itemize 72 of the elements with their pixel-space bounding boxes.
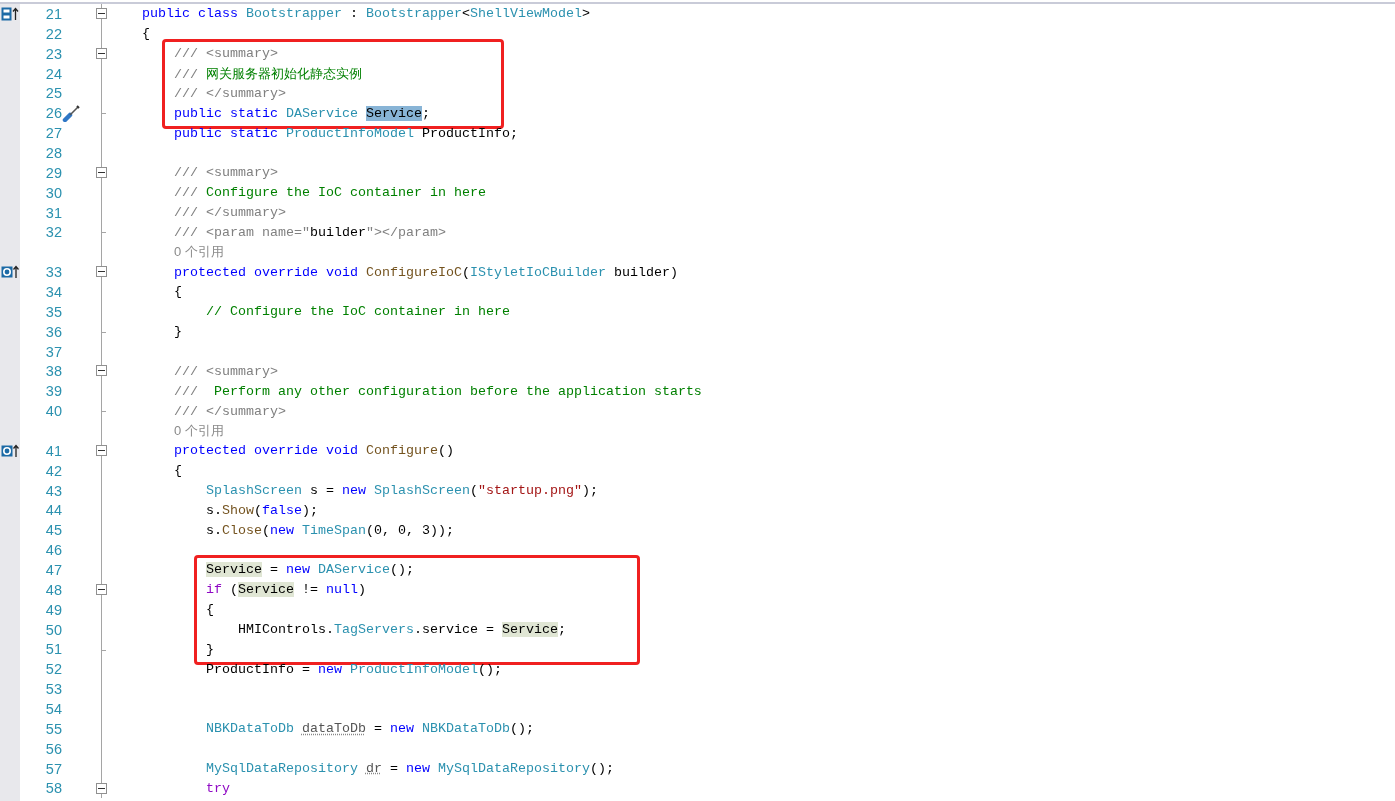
line-number: 50 [45, 621, 62, 638]
code-line: /// <param name="builder"></param> [173, 224, 446, 240]
line-number: 42 [45, 462, 62, 479]
line-number: 28 [45, 144, 62, 161]
code-line: HMIControls.TagServers.service = Service; [236, 622, 566, 638]
code-line: { [173, 463, 182, 479]
line-number: 47 [45, 562, 62, 578]
line-number: 44 [45, 502, 62, 519]
code-line: /// 网关服务器初始化静态实例 [173, 66, 362, 82]
code-line: /// </summary> [173, 403, 286, 419]
line-number: 24 [45, 65, 62, 82]
line-number: 27 [45, 125, 62, 142]
line-number: 46 [45, 542, 62, 559]
code-line: protected override void Configure() [173, 443, 454, 459]
line-number: 32 [45, 224, 62, 241]
code-line: { [204, 602, 214, 618]
line-number: 58 [45, 780, 62, 797]
code-line: protected override void ConfigureIoC(IStyletIoCBuilder builder) [173, 264, 678, 280]
line-number: 31 [45, 204, 62, 221]
reference-count[interactable]: 0 个引用 [110, 244, 224, 260]
code-line: s.Show(false); [204, 502, 318, 518]
code-line: /// </summary> [173, 205, 286, 220]
code-line: } [204, 641, 214, 657]
code-line: /// Perform any other configuration before the application starts [173, 383, 702, 399]
code-line: try [204, 780, 230, 796]
code-line: MySqlDataRepository dr = new MySqlDataRepository(); [204, 761, 614, 777]
code-line: SplashScreen s = new SplashScreen("startup.png"); [204, 483, 598, 499]
line-number: 22 [45, 25, 62, 42]
line-number: 57 [45, 760, 62, 777]
code-line: /// Configure the IoC container in here [173, 185, 486, 201]
line-number: 51 [45, 641, 62, 658]
code-line: ProductInfo = new ProductInfoModel(); [204, 661, 502, 677]
code-line: } [173, 324, 182, 340]
line-number: 33 [45, 264, 62, 281]
line-number: 39 [45, 383, 62, 400]
line-number: 38 [45, 363, 62, 380]
line-number: 53 [45, 681, 62, 698]
line-number: 37 [45, 343, 62, 360]
line-number: 34 [45, 283, 62, 300]
line-number: 21 [45, 5, 62, 22]
line-number: 56 [45, 740, 62, 757]
code-line: // Configure the IoC container in here [204, 304, 510, 320]
code-line: /// <summary> [173, 46, 278, 62]
code-line: public static ProductInfoModel ProductInfo; [173, 125, 518, 141]
code-line: public static DAService Service; [173, 105, 430, 121]
line-number: 26 [45, 105, 62, 122]
line-number: 49 [45, 601, 62, 618]
line-number: 25 [45, 85, 62, 102]
line-number: 30 [45, 184, 62, 201]
line-number: 40 [45, 403, 62, 420]
code-line: /// <summary> [173, 165, 278, 181]
line-number: 23 [45, 45, 62, 62]
code-line: Service = new DAService(); [204, 562, 414, 578]
line-number: 52 [45, 661, 62, 678]
line-number: 43 [45, 482, 62, 499]
line-number: 54 [45, 701, 62, 717]
line-number: 36 [45, 323, 62, 340]
code-line: public class Bootstrapper : Bootstrapper<ShellViewModel> [141, 6, 590, 22]
code-line: /// <summary> [173, 363, 278, 379]
line-number: 48 [45, 581, 62, 598]
reference-count[interactable]: 0 个引用 [110, 422, 224, 438]
line-number: 29 [45, 164, 62, 181]
code-line: if (Service != null) [204, 582, 366, 598]
line-number: 41 [45, 442, 62, 459]
code-line: { [141, 26, 150, 42]
code-line: s.Close(new TimeSpan(0, 0, 3)); [204, 522, 454, 538]
code-line: { [173, 284, 182, 300]
code-line: /// </summary> [173, 85, 286, 101]
line-number: 45 [45, 522, 62, 539]
line-number: 55 [45, 720, 62, 737]
code-line: NBKDataToDb dataToDb = new NBKDataToDb(); [204, 721, 534, 737]
line-number: 35 [45, 303, 62, 320]
